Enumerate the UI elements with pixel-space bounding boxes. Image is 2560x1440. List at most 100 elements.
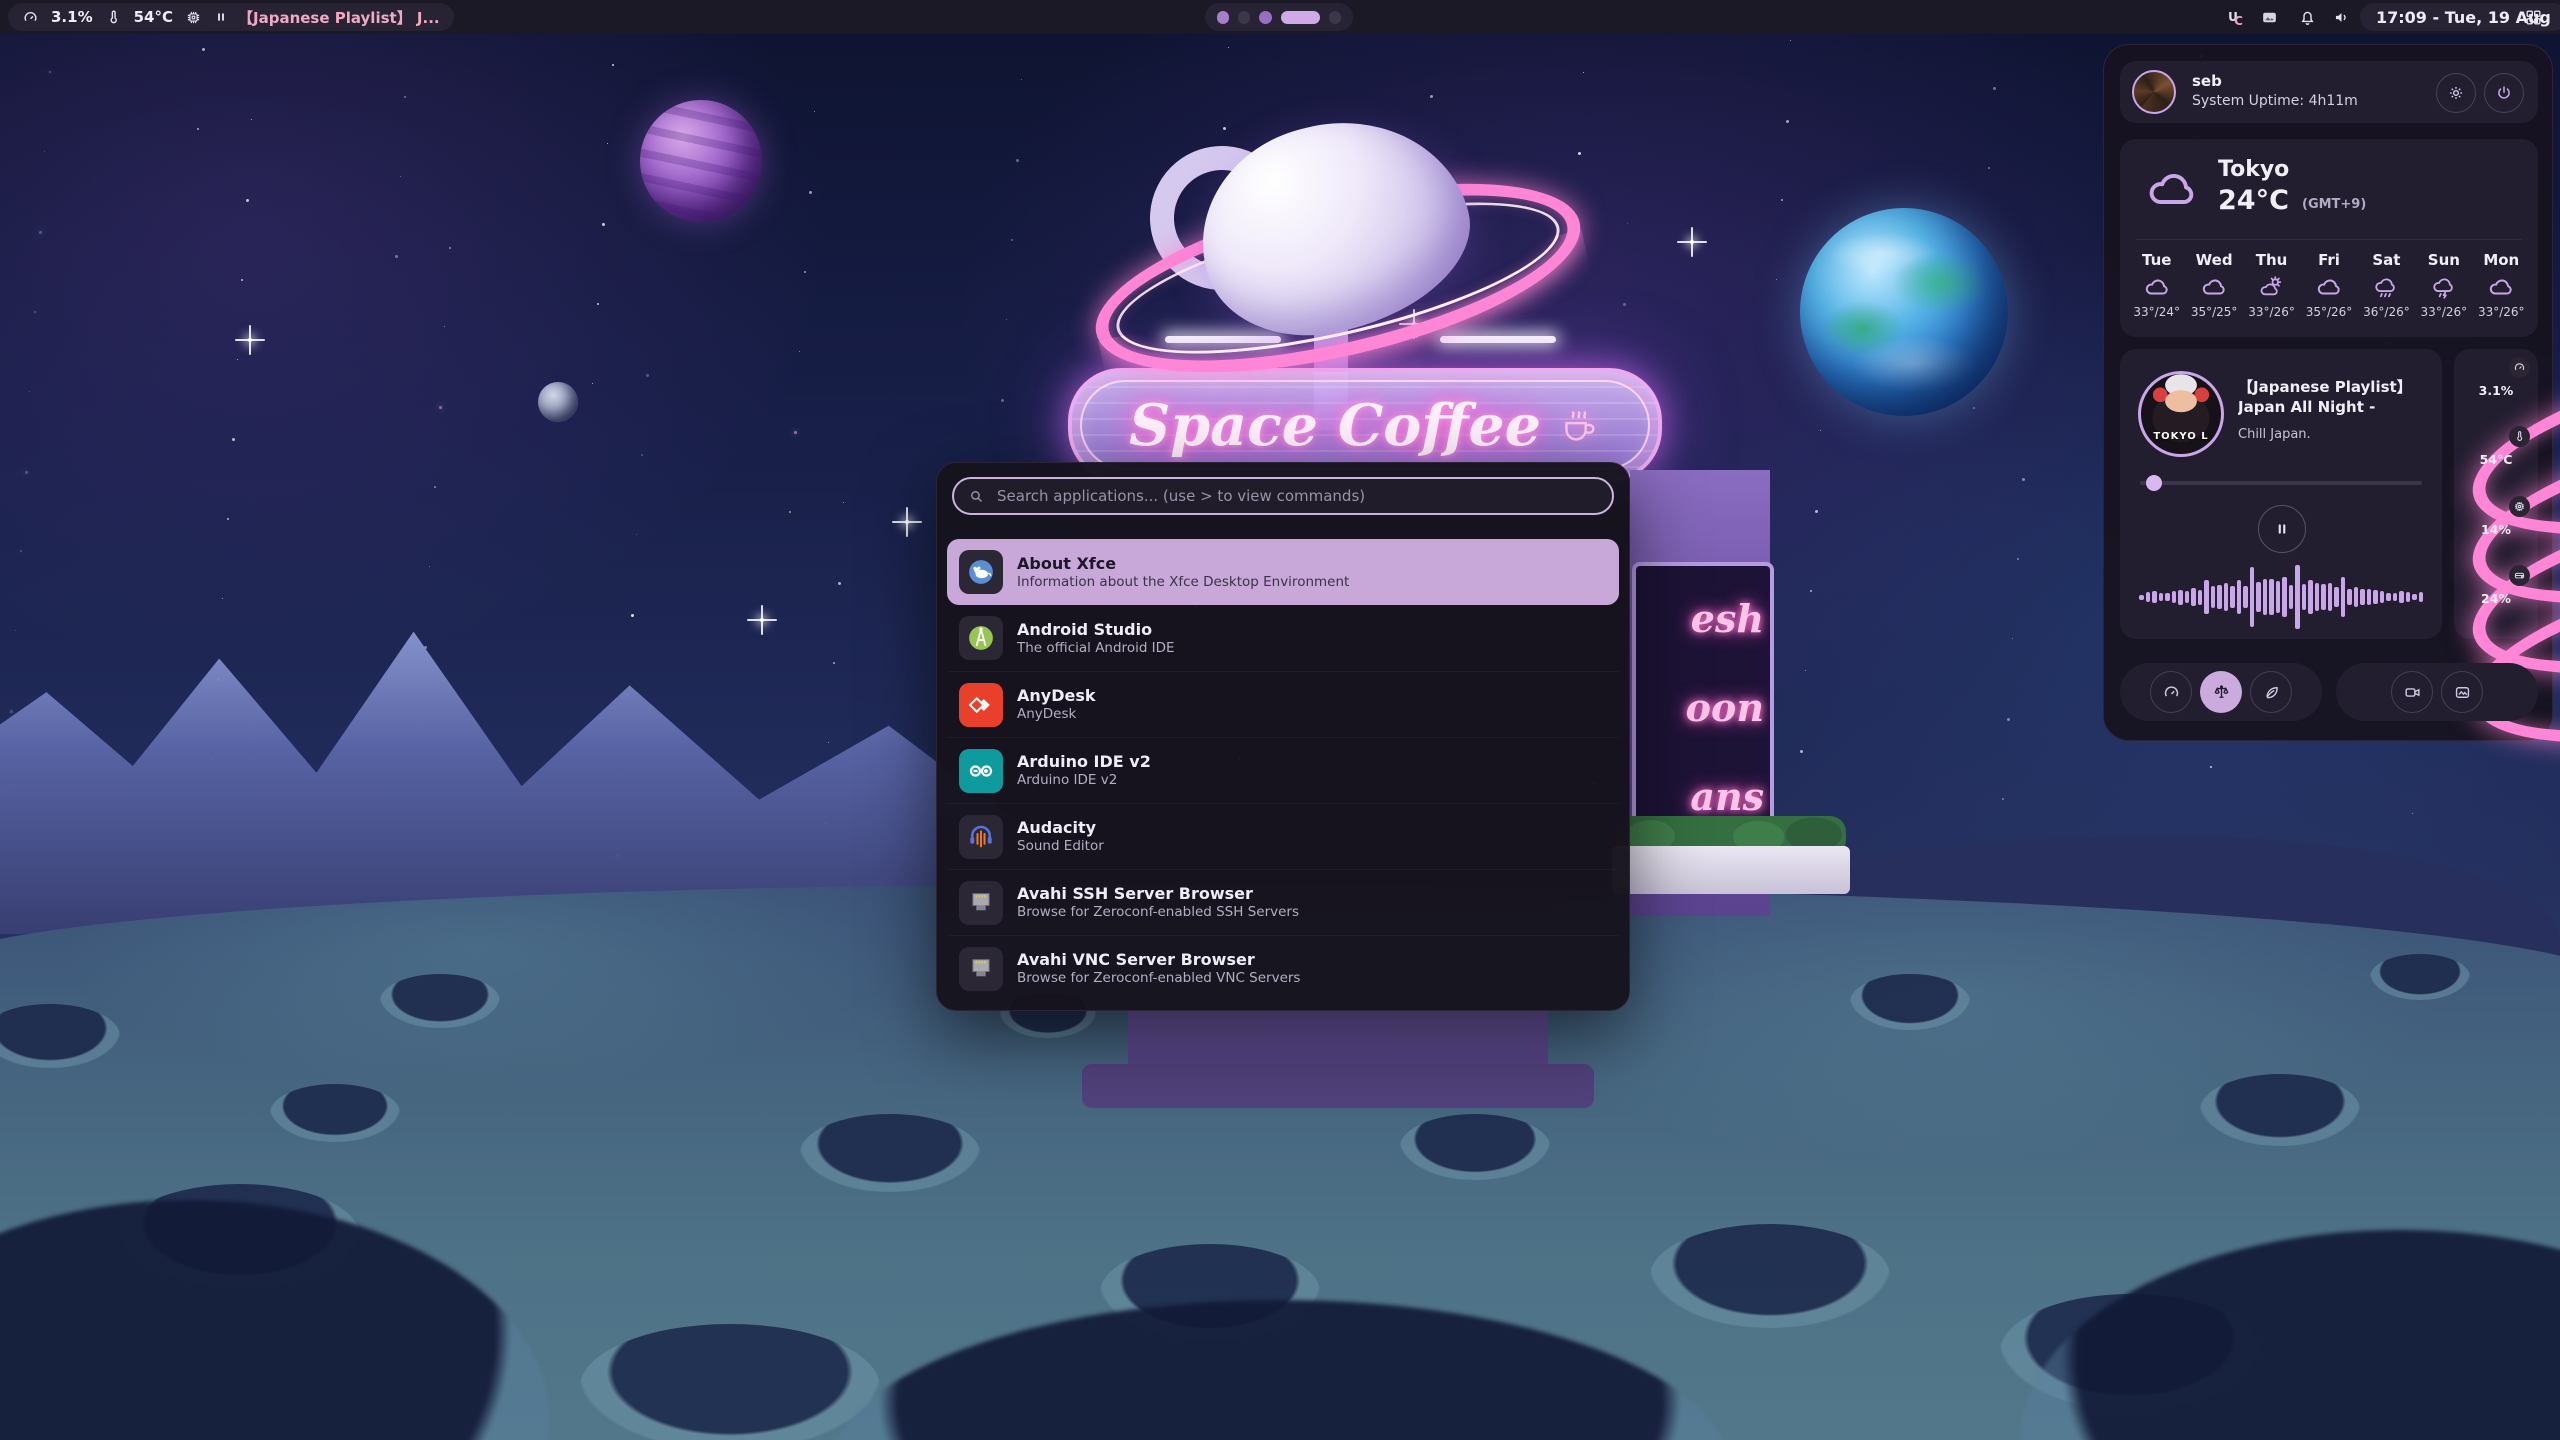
power-icon: [2495, 84, 2513, 102]
screenshot-button[interactable]: [2441, 671, 2483, 713]
weather-forecast: Tue 33°/24° Wed 35°/25° Thu 33°/26° Fri: [2128, 251, 2530, 319]
xfce-mouse-icon: [959, 550, 1003, 594]
forecast-day: Wed 35°/25°: [2185, 251, 2242, 319]
workspace-5[interactable]: [1329, 11, 1341, 24]
waveform-bar: [2204, 580, 2209, 614]
star: [1993, 87, 1996, 90]
star: [29, 391, 30, 392]
window-neon-text: oon: [1686, 689, 1764, 727]
seek-knob[interactable]: [2146, 475, 2162, 491]
waveform-bar: [2198, 590, 2203, 605]
workspace-1[interactable]: [1217, 11, 1229, 24]
star-sparkle: [248, 338, 252, 342]
workspace-2[interactable]: [1238, 11, 1250, 24]
screen-record-button[interactable]: [2391, 671, 2433, 713]
volume-icon[interactable]: [2330, 6, 2352, 28]
image-icon: [2453, 683, 2472, 702]
search-input[interactable]: [995, 486, 1598, 506]
waveform-bar: [2269, 579, 2274, 616]
star: [429, 566, 430, 567]
ram-gauge: 14%: [2466, 498, 2526, 560]
star: [439, 406, 442, 409]
star: [612, 64, 614, 66]
waveform-bar: [2289, 585, 2294, 609]
star: [434, 486, 436, 488]
waveform-bar: [2393, 593, 2398, 602]
cpu-usage: 3.1%: [51, 8, 93, 26]
star: [20, 550, 22, 552]
star: [395, 255, 398, 258]
star: [404, 96, 406, 98]
star: [444, 326, 445, 327]
app-title: AnyDesk: [1017, 686, 1096, 706]
forecast-day: Sat 36°/26°: [2358, 251, 2415, 319]
neon-cup-icon: [1555, 402, 1601, 448]
search-bar[interactable]: [952, 477, 1614, 515]
performance-profile-button[interactable]: [2150, 671, 2192, 713]
waveform-bar: [2386, 593, 2391, 600]
pause-button[interactable]: [2258, 505, 2306, 553]
now-playing-widget[interactable]: 【Japanese Playlist】 J...: [200, 3, 454, 31]
window-neon-text: ans: [1690, 778, 1764, 816]
weather-city: Tokyo: [2218, 157, 2289, 182]
app-row-arduino[interactable]: Arduino IDE v2 Arduino IDE v2: [947, 737, 1619, 803]
waveform-bar: [2230, 586, 2235, 609]
waveform-bar: [2347, 589, 2352, 604]
settings-button[interactable]: [2436, 73, 2476, 113]
waveform-bar: [2256, 582, 2261, 612]
star: [237, 359, 238, 360]
star: [449, 247, 451, 249]
app-description: Arduino IDE v2: [1017, 772, 1151, 789]
tray-app-icon[interactable]: UC: [2222, 6, 2244, 28]
app-title: Avahi SSH Server Browser: [1017, 884, 1299, 904]
star: [809, 191, 812, 194]
screenshot-tray-icon[interactable]: [2258, 6, 2280, 28]
divider: [2136, 239, 2522, 240]
app-row-about-xfce[interactable]: About Xfce Information about the Xfce De…: [947, 539, 1619, 605]
app-description: Information about the Xfce Desktop Envir…: [1017, 574, 1349, 591]
star: [1776, 279, 1777, 280]
balanced-profile-button[interactable]: [2200, 671, 2242, 713]
star: [34, 311, 36, 313]
power-button[interactable]: [2484, 73, 2524, 113]
app-description: Sound Editor: [1017, 838, 1104, 855]
star: [1021, 79, 1022, 80]
star: [592, 383, 593, 384]
shop-platform: [1082, 1064, 1594, 1108]
app-grid-icon[interactable]: [2522, 6, 2544, 28]
workspace-4-active[interactable]: [1281, 11, 1320, 24]
star: [2002, 798, 2004, 800]
gauge-icon-badge: [2509, 357, 2530, 378]
app-row-avahi-vnc[interactable]: Avahi VNC Server Browser Browse for Zero…: [947, 935, 1619, 1001]
star: [1228, 47, 1229, 48]
crater: [380, 974, 500, 1028]
star: [631, 614, 634, 617]
app-row-audacity[interactable]: Audacity Sound Editor: [947, 803, 1619, 869]
app-row-android-studio[interactable]: Android Studio The official Android IDE: [947, 605, 1619, 671]
seek-bar[interactable]: [2140, 481, 2422, 485]
gear-icon: [2447, 84, 2465, 102]
workspace-switcher[interactable]: [1205, 3, 1353, 31]
powersave-profile-button[interactable]: [2250, 671, 2292, 713]
app-row-anydesk[interactable]: AnyDesk AnyDesk: [947, 671, 1619, 737]
purple-planet: [640, 100, 762, 222]
star: [197, 128, 199, 130]
crater: [0, 1004, 120, 1068]
track-title: 【Japanese Playlist】 Japan All Night - To…: [2238, 377, 2426, 419]
star: [2412, 813, 2413, 814]
star: [15, 630, 16, 631]
storm-icon: [2429, 274, 2459, 300]
waveform-bar: [2178, 590, 2183, 605]
star: [1578, 152, 1581, 155]
star: [1583, 72, 1584, 73]
waveform-bar: [2321, 584, 2326, 611]
app-row-avahi-ssh[interactable]: Avahi SSH Server Browser Browse for Zero…: [947, 869, 1619, 935]
waveform-bar: [2159, 593, 2164, 601]
workspace-3[interactable]: [1259, 11, 1271, 24]
forecast-day: Mon 33°/26°: [2473, 251, 2530, 319]
window-neon-text: esh: [1691, 600, 1764, 638]
notifications-bell-icon[interactable]: [2296, 6, 2318, 28]
star: [799, 351, 800, 352]
star: [602, 223, 605, 226]
desktop: Space Coffee esh oon ans 3.1% 54°C: [0, 0, 2560, 1440]
